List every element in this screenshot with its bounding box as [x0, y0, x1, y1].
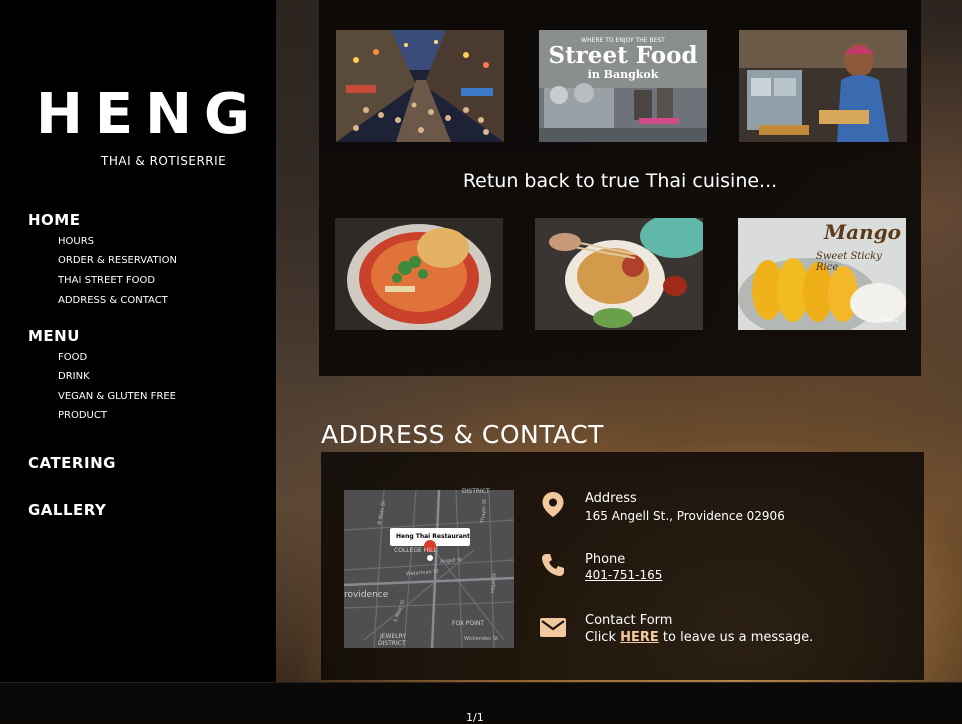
phone-icon	[539, 551, 567, 579]
address-label: Address	[585, 491, 637, 506]
sidebar: HENG THAI & ROTISERRIE HOME HOURS ORDER …	[0, 0, 276, 718]
logo-title[interactable]: HENG	[36, 82, 262, 147]
photo-watermark: HENG	[883, 318, 898, 324]
mail-icon	[539, 613, 567, 641]
map-label: Wickenden St	[464, 636, 499, 642]
nav-thai-street-food[interactable]: THAI STREET FOOD	[58, 275, 155, 286]
map-label: DISTRICT	[462, 488, 490, 495]
photo-noodle-bowl[interactable]	[335, 218, 503, 330]
nav-address-contact[interactable]: ADDRESS & CONTACT	[58, 295, 168, 306]
map-pin-label: Heng Thai Restaurant	[396, 533, 470, 540]
gallery-tagline: Retun back to true Thai cuisine...	[462, 170, 778, 192]
logo-subtitle: THAI & ROTISERRIE	[101, 154, 227, 168]
photo-noodle-plate[interactable]	[535, 218, 703, 330]
photo-subtitle: in Bangkok	[587, 68, 659, 81]
nav-home[interactable]: HOME	[28, 211, 80, 229]
phone-link[interactable]: 401-751-165	[585, 568, 662, 582]
photo-mango-subtitle: Sweet Sticky Rice	[816, 251, 882, 273]
map-label: DISTRICT	[378, 640, 406, 647]
nav-catering[interactable]: CATERING	[28, 454, 116, 472]
address-value: 165 Angell St., Providence 02906	[585, 509, 785, 523]
map-label: JEWELRY	[380, 633, 407, 640]
nav-food[interactable]: FOOD	[58, 352, 87, 363]
location-pin-icon	[539, 490, 567, 518]
address-contact-heading: ADDRESS & CONTACT	[321, 420, 604, 449]
nav-product[interactable]: PRODUCT	[58, 410, 107, 421]
nav-gallery[interactable]: GALLERY	[28, 501, 106, 519]
photo-mango-sticky-rice[interactable]: Mango Sweet Sticky Rice HENG	[738, 218, 906, 330]
nav-menu[interactable]: MENU	[28, 327, 80, 345]
map-label: FOX POINT	[452, 620, 485, 627]
contact-form-text: Click HERE to leave us a message.	[585, 630, 813, 645]
map-label: COLLEGE HILL	[394, 547, 437, 554]
photo-mango-title: Mango	[824, 220, 901, 244]
photo-street-vendor[interactable]	[739, 30, 907, 142]
map-label: rovidence	[344, 590, 389, 600]
contact-form-link[interactable]: HERE	[620, 630, 659, 645]
contact-form-label: Contact Form	[585, 613, 673, 628]
phone-label: Phone	[585, 552, 626, 567]
photo-night-market[interactable]	[336, 30, 504, 142]
photo-street-food-bangkok[interactable]: WHERE TO ENJOY THE BEST Street Food in B…	[539, 30, 707, 142]
nav-drink[interactable]: DRINK	[58, 371, 90, 382]
contact-form-prefix: Click	[585, 630, 616, 645]
location-map[interactable]: Heng Thai Restaurant DISTRICT COLLEGE HI…	[343, 488, 515, 649]
nav-hours[interactable]: HOURS	[58, 236, 94, 247]
nav-order-reservation[interactable]: ORDER & RESERVATION	[58, 255, 177, 266]
nav-vegan-gluten-free[interactable]: VEGAN & GLUTEN FREE	[58, 391, 176, 402]
contact-form-suffix: to leave us a message.	[662, 630, 814, 645]
photo-title: Street Food	[548, 42, 698, 69]
